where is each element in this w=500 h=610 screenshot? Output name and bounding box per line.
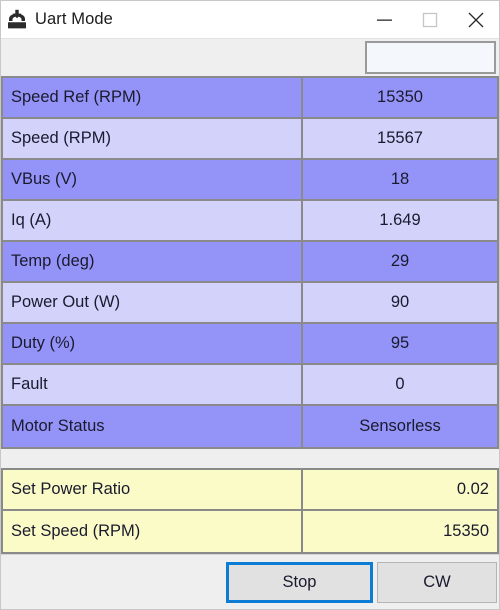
table-separator <box>1 449 499 468</box>
row-value: 18 <box>303 160 499 199</box>
set-table: Set Power Ratio 0.02 Set Speed (RPM) 15350 <box>1 468 499 554</box>
close-button[interactable] <box>453 1 499 38</box>
row-label: VBus (V) <box>1 160 303 199</box>
toolbar <box>1 38 499 76</box>
minimize-button[interactable] <box>361 1 407 38</box>
toolbar-text-input[interactable] <box>365 41 496 74</box>
row-value: 90 <box>303 283 499 322</box>
row-label: Motor Status <box>1 406 303 447</box>
row-label: Iq (A) <box>1 201 303 240</box>
row-label: Set Speed (RPM) <box>1 511 303 552</box>
table-row: Motor Status Sensorless <box>1 406 499 447</box>
table-row: Iq (A) 1.649 <box>1 201 499 242</box>
row-label: Speed (RPM) <box>1 119 303 158</box>
row-value[interactable]: 15350 <box>303 511 499 552</box>
table-row: Power Out (W) 90 <box>1 283 499 324</box>
window-controls <box>361 1 499 38</box>
table-row: Set Speed (RPM) 15350 <box>1 511 499 552</box>
uart-mode-window: Uart Mode Speed Ref (RPM) 15350 Speed (R… <box>0 0 500 610</box>
row-value: 15350 <box>303 78 499 117</box>
title-bar-left: Uart Mode <box>1 9 361 31</box>
table-row: Fault 0 <box>1 365 499 406</box>
row-label: Set Power Ratio <box>1 470 303 509</box>
maximize-button[interactable] <box>407 1 453 38</box>
install-tray-icon <box>6 9 28 31</box>
status-table: Speed Ref (RPM) 15350 Speed (RPM) 15567 VBus… <box>1 76 499 449</box>
table-row: Set Power Ratio 0.02 <box>1 470 499 511</box>
row-value: 0 <box>303 365 499 404</box>
row-label: Power Out (W) <box>1 283 303 322</box>
row-label: Fault <box>1 365 303 404</box>
row-value: 1.649 <box>303 201 499 240</box>
row-value: Sensorless <box>303 406 499 447</box>
table-row: Duty (%) 95 <box>1 324 499 365</box>
row-value: 15567 <box>303 119 499 158</box>
stop-button[interactable]: Stop <box>226 561 373 603</box>
row-label: Speed Ref (RPM) <box>1 78 303 117</box>
table-row: Speed (RPM) 15567 <box>1 119 499 160</box>
table-row: Speed Ref (RPM) 15350 <box>1 78 499 119</box>
row-label: Temp (deg) <box>1 242 303 281</box>
window-title: Uart Mode <box>35 10 113 28</box>
row-value[interactable]: 0.02 <box>303 470 499 509</box>
title-bar: Uart Mode <box>1 1 499 38</box>
table-row: Temp (deg) 29 <box>1 242 499 283</box>
table-row: VBus (V) 18 <box>1 160 499 201</box>
row-value: 95 <box>303 324 499 363</box>
row-label: Duty (%) <box>1 324 303 363</box>
row-value: 29 <box>303 242 499 281</box>
button-bar: Stop CW <box>1 554 499 609</box>
cw-button[interactable]: CW <box>377 561 497 603</box>
